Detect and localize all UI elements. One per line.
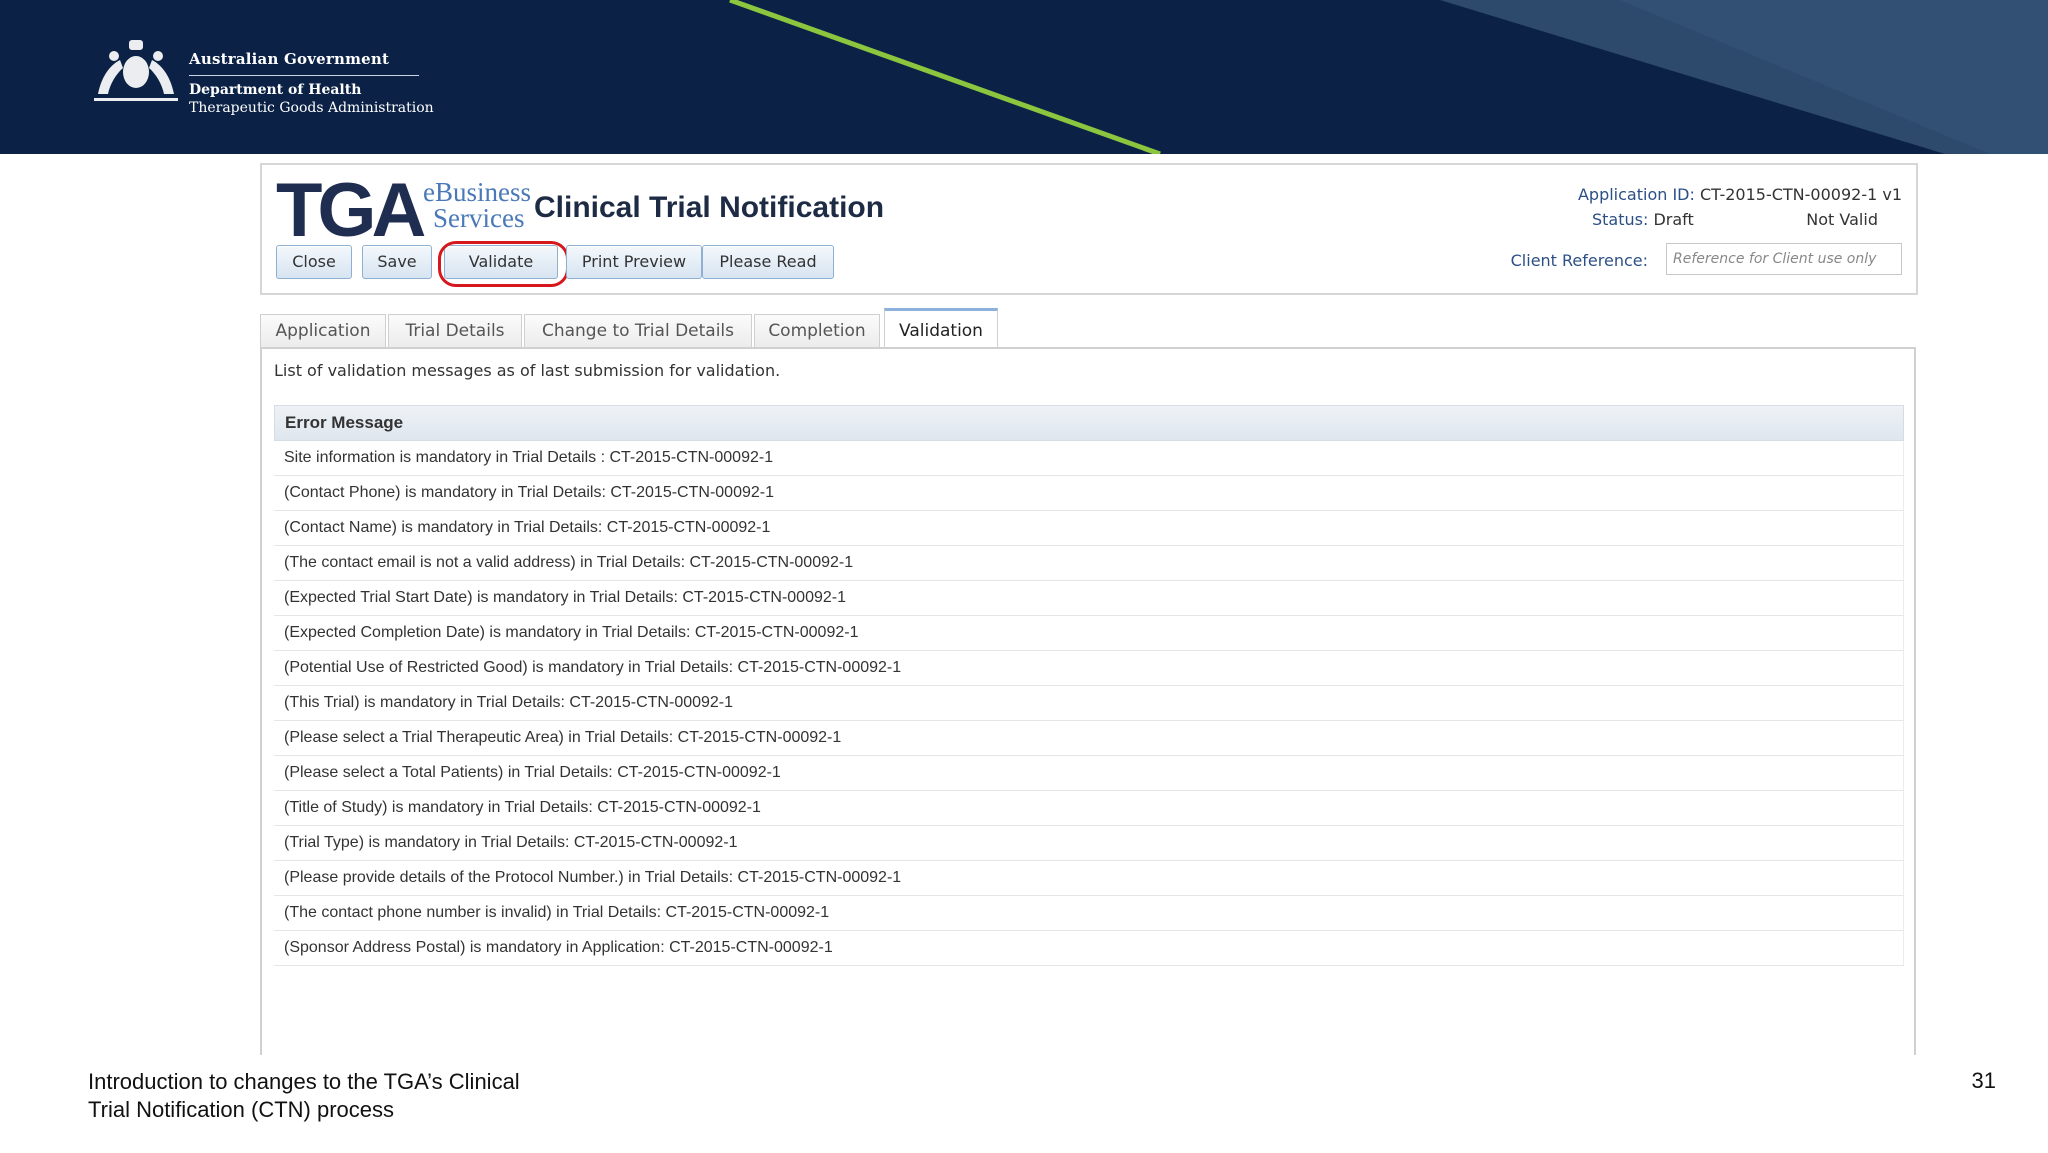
ctn-application: TGA eBusiness Services Clinical Trial No… [260,163,1918,1055]
table-row: (Expected Completion Date) is mandatory … [274,616,1904,651]
page-title: Clinical Trial Notification [534,191,885,224]
application-id-label: Application ID: [1577,185,1695,204]
table-row: (Potential Use of Restricted Good) is ma… [274,651,1904,686]
status-row: Status: Draft Not Valid [1578,210,1898,235]
client-reference-input[interactable] [1666,243,1902,275]
error-table-header: Error Message [274,405,1904,441]
page-number: 31 [1971,1068,1996,1093]
validation-panel: List of validation messages as of last s… [260,347,1916,1055]
table-row: Site information is mandatory in Trial D… [274,441,1904,476]
tab-trial-details[interactable]: Trial Details [388,314,522,347]
agency-name: Therapeutic Goods Administration [189,100,434,116]
tab-validation[interactable]: Validation [884,308,998,348]
tab-change-to-trial-details[interactable]: Change to Trial Details [524,314,752,347]
footer-line-1: Introduction to changes to the TGA’s Cli… [88,1069,520,1094]
table-row: (Contact Name) is mandatory in Trial Det… [274,511,1904,546]
footer-line-2: Trial Notification (CTN) process [88,1097,395,1122]
table-row: (Expected Trial Start Date) is mandatory… [274,581,1904,616]
save-button[interactable]: Save [362,245,432,279]
tab-application[interactable]: Application [260,314,386,347]
government-title: Australian Government [189,50,390,68]
application-id-row: Application ID: CT-2015-CTN-00092-1 v1 [1578,185,1902,210]
ebusiness-logo-line1: eBusiness [423,177,531,207]
validate-button[interactable]: Validate [444,245,558,279]
app-header: TGA eBusiness Services Clinical Trial No… [260,163,1918,295]
table-row: (Contact Phone) is mandatory in Trial De… [274,476,1904,511]
table-row: (This Trial) is mandatory in Trial Detai… [274,686,1904,721]
status-value: Draft [1653,210,1694,229]
print-preview-button[interactable]: Print Preview [566,245,702,279]
table-row: (The contact email is not a valid addres… [274,546,1904,581]
client-reference-label: Client Reference: [1510,251,1648,270]
validity-status: Not Valid [1806,210,1878,229]
close-button[interactable]: Close [276,245,352,279]
status-label: Status: [1591,210,1649,229]
validation-intro: List of validation messages as of last s… [274,361,781,380]
table-row: (The contact phone number is invalid) in… [274,896,1904,931]
slide-footer: Introduction to changes to the TGA’s Cli… [88,1068,520,1124]
table-row: (Trial Type) is mandatory in Trial Detai… [274,826,1904,861]
error-table: Error Message Site information is mandat… [274,405,1904,966]
table-row: (Please select a Total Patients) in Tria… [274,756,1904,791]
government-branding: Australian Government Department of Heal… [189,50,434,116]
tga-logo: TGA [276,168,426,253]
application-id-value: CT-2015-CTN-00092-1 v1 [1699,185,1902,204]
branding-divider [189,75,419,76]
table-row: (Please select a Trial Therapeutic Area)… [274,721,1904,756]
application-meta: Application ID: CT-2015-CTN-00092-1 v1 S… [1578,185,1902,235]
coat-of-arms-icon [94,40,178,101]
tab-completion[interactable]: Completion [754,314,880,347]
table-row: (Title of Study) is mandatory in Trial D… [274,791,1904,826]
table-row: (Sponsor Address Postal) is mandatory in… [274,931,1904,966]
department-name: Department of Health [189,82,362,98]
ebusiness-logo-line2: Services [433,203,525,233]
top-banner: Australian Government Department of Heal… [0,0,2048,154]
please-read-button[interactable]: Please Read [702,245,834,279]
table-row: (Please provide details of the Protocol … [274,861,1904,896]
ebusiness-logo: eBusiness Services [423,177,531,233]
